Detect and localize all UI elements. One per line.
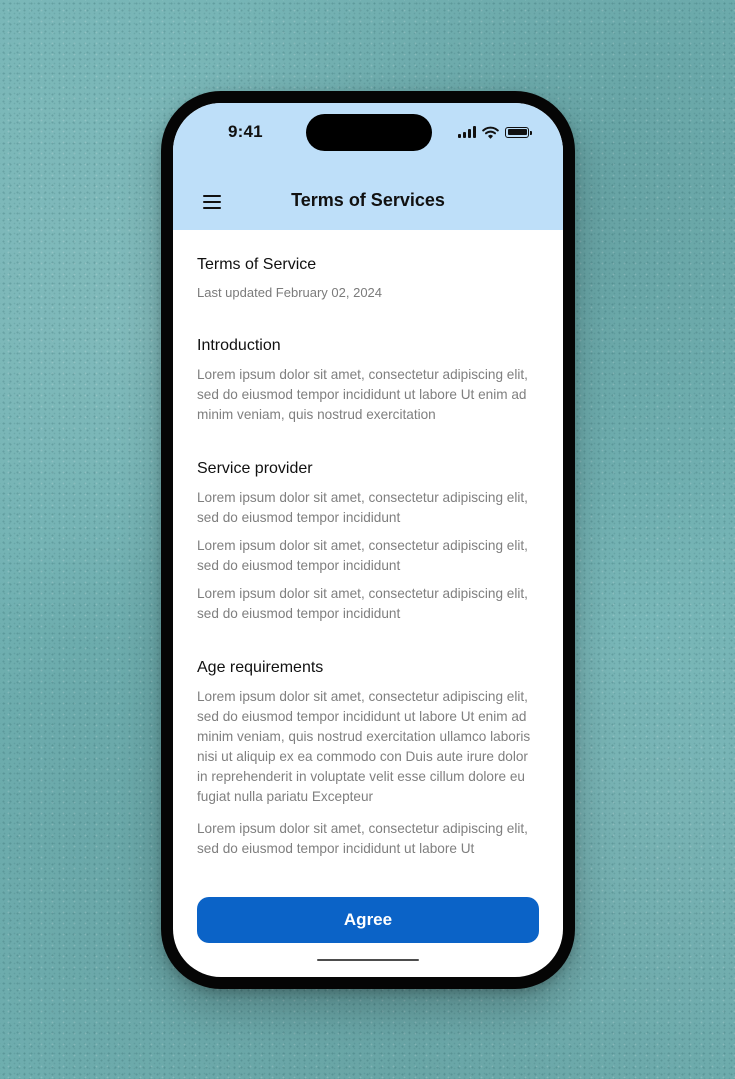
agree-button[interactable]: Agree [197,897,539,943]
terms-content: Terms of Service Last updated February 0… [197,255,539,859]
page-title: Terms of Services [291,190,445,210]
introduction-section: Introduction Lorem ipsum dolor sit amet,… [197,336,539,425]
section-paragraph: Lorem ipsum dolor sit amet, consectetur … [197,821,528,856]
battery-icon [505,126,532,138]
section-paragraph: Lorem ipsum dolor sit amet, consectetur … [197,490,528,525]
section-heading: Service provider [197,460,313,477]
service-provider-section: Service provider Lorem ipsum dolor sit a… [197,459,539,624]
document-title: Terms of Service [197,256,317,273]
app-header: 9:41 Terms of Services [173,103,563,230]
section-heading: Introduction [197,337,281,354]
section-heading: Age requirements [197,659,324,676]
wifi-icon [482,126,499,139]
section-paragraph: Lorem ipsum dolor sit amet, consectetur … [197,538,528,573]
status-time: 9:41 [228,122,263,141]
phone-screen: 9:41 Terms of Services Terms of Service … [173,103,563,977]
status-icons [458,124,532,140]
last-updated-text: Last updated February 02, 2024 [197,285,383,300]
section-paragraph: Lorem ipsum dolor sit amet, consectetur … [197,586,528,621]
age-requirements-section: Age requirements Lorem ipsum dolor sit a… [197,658,539,859]
dynamic-island [306,114,432,151]
cellular-signal-icon [458,126,476,138]
phone-mockup: 9:41 Terms of Services Terms of Service … [161,91,575,989]
section-paragraph: Lorem ipsum dolor sit amet, consectetur … [197,367,528,422]
home-indicator [317,959,419,961]
section-paragraph: Lorem ipsum dolor sit amet, consectetur … [197,689,531,804]
